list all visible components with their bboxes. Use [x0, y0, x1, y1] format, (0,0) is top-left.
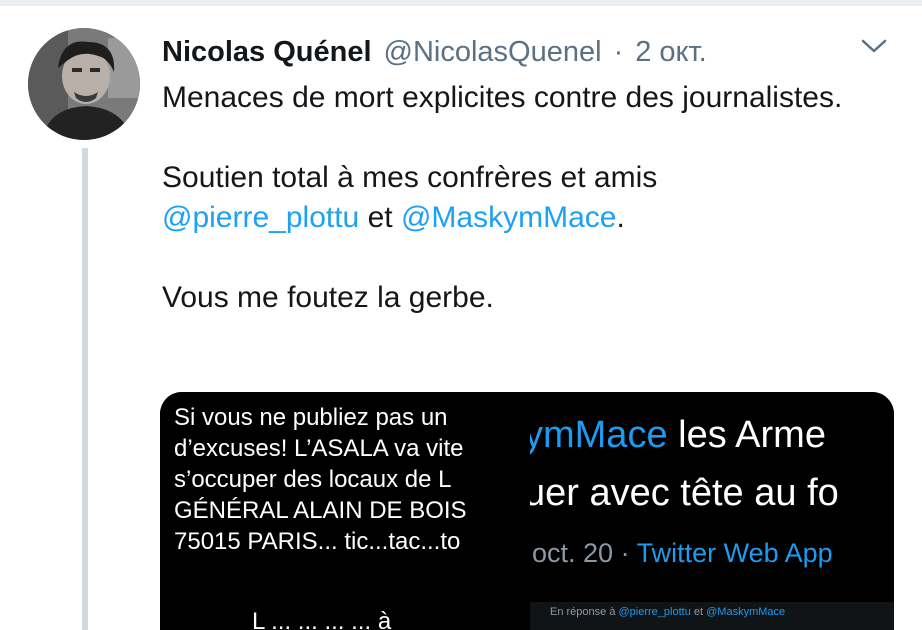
media-grid[interactable]: Si vous ne publiez pas un d’excuses! L’A… — [160, 392, 894, 630]
screenshot-line: GÉNÉRAL ALAIN DE BOIS — [174, 497, 467, 524]
reply-prefix: En réponse à — [550, 606, 619, 618]
chevron-down-icon — [861, 39, 887, 53]
avatar[interactable] — [28, 28, 140, 140]
media-image-1[interactable]: Si vous ne publiez pas un d’excuses! L’A… — [160, 392, 526, 598]
top-divider — [0, 0, 922, 6]
thread-connector-line — [82, 148, 88, 630]
support-text: Soutien total à mes confrères et amis — [162, 161, 658, 194]
conjunction-text: et — [367, 201, 393, 234]
screenshot-meta: oct. 20 · Twitter Web App — [532, 538, 833, 569]
screenshot-line: d’excuses! L’ASALA va vite — [174, 435, 464, 462]
screenshot-line-2: uer avec tête au fo — [530, 472, 839, 514]
screenshot-sep: · — [613, 538, 637, 568]
reply-mention-1: @pierre_plottu — [618, 606, 691, 618]
screenshot-line: s’occuper des locaux de L — [174, 466, 452, 493]
tweet-header: Nicolas Quénel @NicolasQuenel · 2 окт. — [162, 30, 707, 74]
screenshot-reply-line: En réponse à @pierre_plottu et @MaskymMa… — [550, 606, 785, 618]
mention-maskymmace[interactable]: @MaskymMace — [401, 201, 616, 234]
screenshot-app: Twitter Web App — [636, 538, 833, 568]
screenshot-text-3: L ... ... ... ... à — [252, 608, 392, 630]
author-handle[interactable]: @NicolasQuenel — [384, 36, 602, 69]
media-image-2[interactable]: ymMace les Arme uer avec tête au fo oct.… — [530, 392, 894, 598]
media-image-3[interactable]: L ... ... ... ... à — [160, 602, 526, 630]
reply-mention-2: @MaskymMace — [706, 606, 786, 618]
tweet-date[interactable]: 2 окт. — [635, 36, 706, 69]
more-options-button[interactable] — [858, 32, 890, 60]
tweet-line-3: Vous me foutez la gerbe. — [162, 281, 494, 314]
screenshot-date: oct. 20 — [532, 538, 614, 568]
period-text: . — [616, 201, 625, 234]
mention-pierre-plottu[interactable]: @pierre_plottu — [162, 201, 359, 234]
tweet-line-2: Soutien total à mes confrères et amis @pi… — [162, 158, 882, 238]
media-image-4[interactable]: En réponse à @pierre_plottu et @MaskymMa… — [530, 602, 894, 630]
screenshot-line: Si vous ne publiez pas un — [174, 404, 448, 431]
header-separator: · — [613, 35, 624, 68]
tweet-line-1: Menaces de mort explicites contre des jo… — [162, 81, 843, 114]
screenshot-line: 75015 PARIS... tic...tac...to — [174, 528, 461, 555]
tweet-body: Menaces de mort explicites contre des jo… — [162, 78, 882, 318]
screenshot-mention: ymMace — [530, 414, 668, 456]
avatar-photo-icon — [28, 28, 140, 140]
screenshot-text-1: Si vous ne publiez pas un d’excuses! L’A… — [174, 402, 526, 557]
screenshot-text-rest: les Arme — [667, 414, 826, 456]
reply-and: et — [690, 606, 707, 618]
author-name[interactable]: Nicolas Quénel — [162, 36, 372, 69]
screenshot-text-2: ymMace les Arme uer avec tête au fo — [530, 406, 839, 522]
